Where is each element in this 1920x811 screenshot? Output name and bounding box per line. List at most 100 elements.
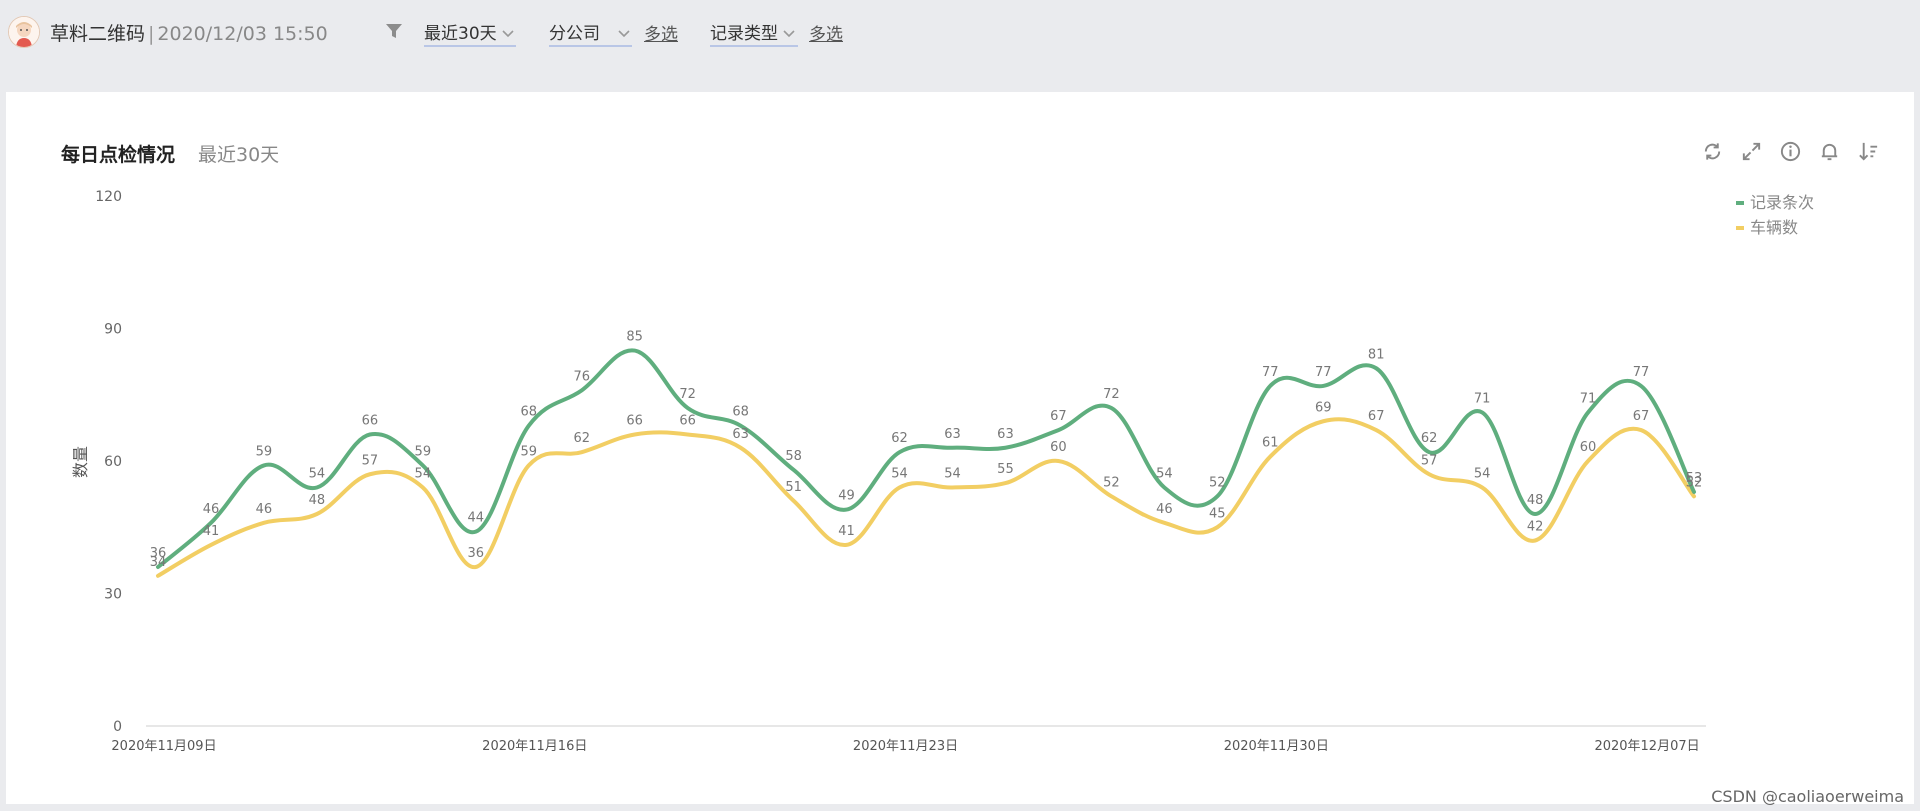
filter-icon[interactable] (385, 22, 403, 40)
branch-multi-select-link[interactable]: 多选 (644, 20, 678, 45)
data-label: 48 (309, 493, 326, 508)
y-axis-label: 数量 (71, 446, 90, 478)
bell-icon[interactable] (1818, 140, 1841, 163)
data-label: 62 (1421, 431, 1438, 446)
data-label: 67 (1368, 409, 1385, 424)
data-label: 41 (203, 524, 220, 539)
data-label: 58 (785, 449, 802, 464)
legend-swatch (1736, 226, 1744, 230)
avatar-face-icon (9, 17, 39, 47)
data-label: 44 (468, 511, 485, 526)
data-label: 54 (415, 467, 432, 482)
app-title: 草料二维码 | 2020/12/03 15:50 (50, 19, 328, 46)
chart-card: 0 30 60 90 120 数量 2020年11月09日 2020年11月16日 2020年1… (6, 92, 1914, 804)
title-separator: | (148, 23, 155, 45)
data-label: 72 (1103, 387, 1120, 402)
data-label: 67 (1633, 409, 1650, 424)
chart-toolbar (1701, 140, 1880, 163)
data-label: 52 (1209, 475, 1226, 490)
data-label: 46 (256, 502, 273, 517)
data-label: 66 (679, 414, 696, 429)
branch-value: 分公司 (549, 24, 600, 44)
y-tick-label: 60 (104, 454, 122, 470)
data-label: 46 (1156, 502, 1173, 517)
data-label: 60 (1050, 440, 1067, 455)
data-label: 54 (1474, 467, 1491, 482)
x-tick-label: 2020年11月30日 (1224, 739, 1329, 754)
line-chart: 0 30 60 90 120 数量 2020年11月09日 2020年11月16日 2020年1… (71, 189, 1814, 754)
data-label: 68 (520, 405, 537, 420)
chevron-down-icon (783, 30, 795, 38)
refresh-icon[interactable] (1701, 140, 1724, 163)
data-label: 76 (573, 369, 590, 384)
record-type-value: 记录类型 (710, 24, 778, 44)
data-label: 36 (468, 546, 485, 561)
data-label: 49 (838, 489, 855, 504)
legend-label: 记录条次 (1750, 193, 1814, 212)
y-tick-label: 90 (104, 322, 122, 338)
data-label: 46 (203, 502, 220, 517)
info-icon[interactable] (1779, 140, 1802, 163)
data-label: 62 (573, 431, 590, 446)
data-label: 66 (362, 414, 379, 429)
expand-icon[interactable] (1740, 140, 1763, 163)
data-label: 59 (256, 444, 273, 459)
data-label: 69 (1315, 400, 1332, 415)
data-label: 34 (150, 555, 167, 570)
data-label: 63 (944, 427, 961, 442)
data-label: 66 (626, 414, 643, 429)
data-label: 54 (309, 467, 326, 482)
date-range-dropdown[interactable]: 最近30天 (424, 19, 516, 47)
x-tick-label: 2020年11月23日 (853, 739, 958, 754)
date-range-value: 最近30天 (424, 24, 497, 44)
data-label: 54 (944, 467, 961, 482)
data-label: 72 (679, 387, 696, 402)
series-line (156, 348, 1696, 569)
data-label: 55 (997, 462, 1014, 477)
y-tick-label: 120 (95, 189, 122, 205)
data-label: 77 (1262, 365, 1279, 380)
series-line (156, 417, 1696, 578)
chevron-down-icon (502, 30, 514, 38)
data-label: 81 (1368, 347, 1385, 362)
x-tick-label: 2020年11月09日 (111, 739, 216, 754)
data-label: 61 (1262, 436, 1279, 451)
chart-title: 每日点检情况 (61, 144, 176, 166)
data-label: 62 (891, 431, 908, 446)
data-label: 63 (997, 427, 1014, 442)
avatar[interactable] (8, 16, 40, 48)
data-label: 41 (838, 524, 855, 539)
legend-swatch (1736, 201, 1744, 205)
branch-dropdown[interactable]: 分公司 (549, 19, 632, 47)
data-label: 48 (1527, 493, 1544, 508)
data-label: 60 (1580, 440, 1597, 455)
data-label: 85 (626, 330, 643, 345)
chevron-down-icon (618, 30, 630, 38)
data-label: 77 (1315, 365, 1332, 380)
data-label: 59 (520, 444, 537, 459)
record-type-dropdown[interactable]: 记录类型 (710, 19, 798, 47)
legend-label: 车辆数 (1750, 218, 1798, 237)
data-label: 51 (785, 480, 802, 495)
chart-subtitle: 最近30天 (198, 144, 280, 166)
record-type-multi-select-link[interactable]: 多选 (809, 20, 843, 45)
data-label: 54 (891, 467, 908, 482)
watermark: CSDN @caoliaoerweima (1711, 787, 1904, 806)
data-label: 45 (1209, 506, 1226, 521)
y-tick-label: 30 (104, 587, 122, 603)
data-label: 42 (1527, 520, 1544, 535)
y-tick-label: 0 (113, 719, 122, 735)
timestamp: 2020/12/03 15:50 (157, 23, 328, 45)
data-label: 67 (1050, 409, 1067, 424)
data-label: 71 (1580, 391, 1597, 406)
sort-icon[interactable] (1857, 140, 1880, 163)
x-tick-label: 2020年11月16日 (482, 739, 587, 754)
data-label: 57 (1421, 453, 1438, 468)
x-tick-label: 2020年12月07日 (1594, 739, 1699, 754)
top-bar: 草料二维码 | 2020/12/03 15:50 最近30天 分公司 多选 记录类型… (0, 0, 1920, 64)
app-name: 草料二维码 (50, 23, 146, 45)
data-label: 52 (1686, 475, 1703, 490)
data-label: 71 (1474, 391, 1491, 406)
data-label: 54 (1156, 467, 1173, 482)
data-label: 59 (415, 444, 432, 459)
